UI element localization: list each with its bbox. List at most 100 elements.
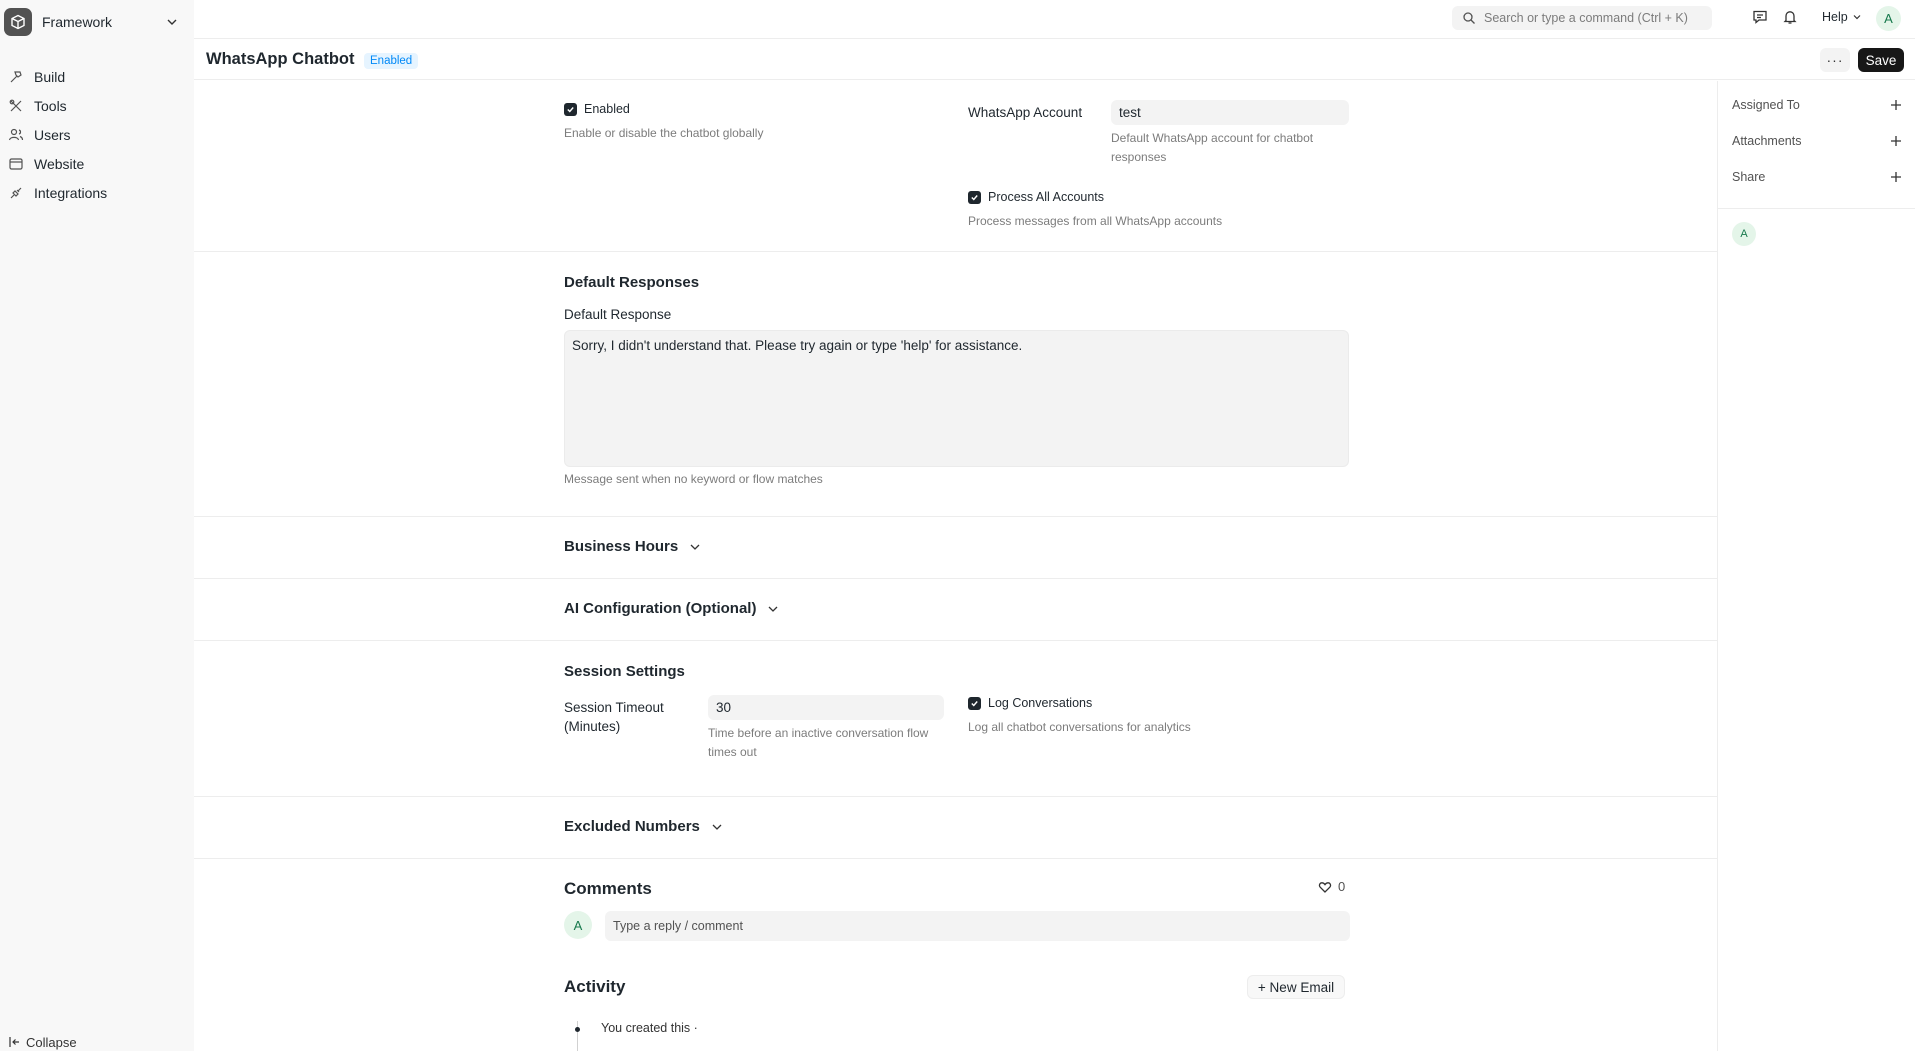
enabled-checkbox[interactable] xyxy=(564,102,577,116)
attachments-label: Attachments xyxy=(1732,134,1802,148)
session-timeout-hint-line1: Time before an inactive conversation flo… xyxy=(708,726,929,740)
users-icon xyxy=(8,128,24,140)
viewer-avatar: A xyxy=(1732,222,1756,246)
plus-icon[interactable] xyxy=(1890,135,1902,147)
divider xyxy=(194,578,1717,579)
sidebar-item-tools[interactable]: Tools xyxy=(8,91,184,120)
log-conversations-hint: Log all chatbot conversations for analyt… xyxy=(968,720,1191,734)
whatsapp-account-value: test xyxy=(1119,105,1141,120)
session-settings-title: Session Settings xyxy=(564,663,685,680)
sidebar-item-users[interactable]: Users xyxy=(8,120,184,149)
share-row[interactable]: Share xyxy=(1732,170,1902,184)
default-response-label: Default Response xyxy=(564,307,672,322)
search-icon xyxy=(1463,12,1475,24)
search-input[interactable]: Search or type a command (Ctrl + K) xyxy=(1452,6,1712,30)
log-conversations-checkbox[interactable] xyxy=(968,696,981,710)
sidebar-item-integrations[interactable]: Integrations xyxy=(8,178,184,207)
collapse-label: Collapse xyxy=(26,1034,77,1050)
like-count: 0 xyxy=(1338,879,1346,894)
tools-icon xyxy=(9,99,22,111)
divider xyxy=(194,251,1717,252)
sidebar-item-build[interactable]: Build xyxy=(8,62,184,91)
log-conversations-checkbox-row[interactable]: Log Conversations xyxy=(968,696,1092,710)
process-all-checkbox-row[interactable]: Process All Accounts xyxy=(968,190,1104,204)
timeline-line xyxy=(577,1021,578,1051)
session-timeout-value: 30 xyxy=(716,700,732,715)
plus-icon[interactable] xyxy=(1890,99,1902,111)
process-all-checkbox[interactable] xyxy=(968,190,981,204)
new-email-button[interactable]: + New Email xyxy=(1247,975,1345,999)
collapse-icon xyxy=(9,1037,19,1047)
timeline-dot xyxy=(575,1027,580,1032)
attachments-row[interactable]: Attachments xyxy=(1732,134,1902,148)
sidebar-nav: Build Tools Users Website Integrations xyxy=(8,62,184,207)
framework-logo-icon xyxy=(4,8,32,36)
comment-input[interactable]: Type a reply / comment xyxy=(605,911,1350,941)
session-timeout-hint-line2: times out xyxy=(708,745,757,759)
sidebar-item-label: Website xyxy=(34,155,85,172)
divider xyxy=(194,640,1717,641)
divider xyxy=(194,858,1717,859)
chevron-down-icon xyxy=(769,606,778,612)
default-response-hint: Message sent when no keyword or flow mat… xyxy=(564,472,823,486)
business-hours-title: Business Hours xyxy=(564,538,679,555)
hammer-icon xyxy=(10,70,22,82)
excluded-numbers-section-toggle[interactable]: Excluded Numbers xyxy=(564,818,724,835)
enabled-checkbox-row[interactable]: Enabled xyxy=(564,102,630,116)
log-conversations-label: Log Conversations xyxy=(988,696,1093,710)
divider xyxy=(194,516,1717,517)
sidebar: Framework Build Tools Users Website Inte… xyxy=(0,0,194,1051)
sidebar-right: Assigned To Attachments Share A xyxy=(1717,81,1915,1051)
activity-item: You created this · xyxy=(601,1021,698,1035)
enabled-label: Enabled xyxy=(584,102,630,116)
ai-config-title: AI Configuration (Optional) xyxy=(564,600,757,617)
business-hours-section-toggle[interactable]: Business Hours xyxy=(564,538,702,555)
sidebar-item-label: Integrations xyxy=(34,184,108,201)
enabled-hint: Enable or disable the chatbot globally xyxy=(564,126,764,140)
sidebar-item-website[interactable]: Website xyxy=(8,149,184,178)
ai-config-section-toggle[interactable]: AI Configuration (Optional) xyxy=(564,600,780,617)
chevron-down-icon xyxy=(690,544,700,550)
session-timeout-label: Session Timeout (Minutes) xyxy=(564,698,664,736)
plus-icon[interactable] xyxy=(1890,171,1902,183)
heart-icon xyxy=(1318,881,1332,893)
divider xyxy=(194,796,1717,797)
session-timeout-hint: Time before an inactive conversation flo… xyxy=(708,724,928,762)
search-placeholder: Search or type a command (Ctrl + K) xyxy=(1484,11,1688,25)
process-all-label: Process All Accounts xyxy=(988,190,1105,204)
form-area: Enabled Enable or disable the chatbot gl… xyxy=(194,81,1717,1051)
process-all-hint: Process messages from all WhatsApp accou… xyxy=(968,214,1223,228)
sidebar-item-label: Users xyxy=(34,126,71,143)
bell-icon[interactable] xyxy=(1781,8,1799,26)
chevron-down-icon xyxy=(712,824,722,830)
page-title: WhatsApp Chatbot xyxy=(206,50,355,68)
whatsapp-account-label: WhatsApp Account xyxy=(968,105,1083,120)
like-button[interactable]: 0 xyxy=(1318,879,1345,894)
comment-placeholder: Type a reply / comment xyxy=(613,919,743,933)
user-avatar[interactable]: A xyxy=(1876,6,1901,31)
plug-icon xyxy=(10,187,22,198)
top-navbar: Search or type a command (Ctrl + K) Help… xyxy=(194,0,1915,39)
help-dropdown[interactable]: Help xyxy=(1822,10,1862,24)
whatsapp-account-field[interactable]: test xyxy=(1111,100,1349,125)
browser-icon xyxy=(9,157,23,170)
assigned-to-row[interactable]: Assigned To xyxy=(1732,98,1902,112)
collapse-button[interactable]: Collapse xyxy=(8,1031,77,1051)
share-label: Share xyxy=(1732,170,1766,184)
default-response-textarea[interactable]: Sorry, I didn't understand that. Please … xyxy=(564,330,1349,467)
session-timeout-field[interactable]: 30 xyxy=(708,695,944,720)
app-switcher[interactable]: Framework xyxy=(4,7,182,37)
session-timeout-label-line1: Session Timeout xyxy=(564,700,664,715)
sidebar-item-label: Tools xyxy=(34,97,67,114)
save-button[interactable]: Save xyxy=(1858,48,1904,72)
excluded-numbers-title: Excluded Numbers xyxy=(564,818,700,835)
default-response-value: Sorry, I didn't understand that. Please … xyxy=(572,338,1023,353)
default-responses-title: Default Responses xyxy=(564,274,700,291)
chat-icon[interactable] xyxy=(1751,8,1769,26)
app-name: Framework xyxy=(42,14,113,30)
more-actions-button[interactable]: ··· xyxy=(1820,48,1850,72)
page-header: WhatsApp Chatbot Enabled ··· Save xyxy=(194,40,1915,80)
comments-title: Comments xyxy=(564,879,652,898)
status-badge: Enabled xyxy=(364,53,419,69)
check-icon xyxy=(567,106,574,113)
